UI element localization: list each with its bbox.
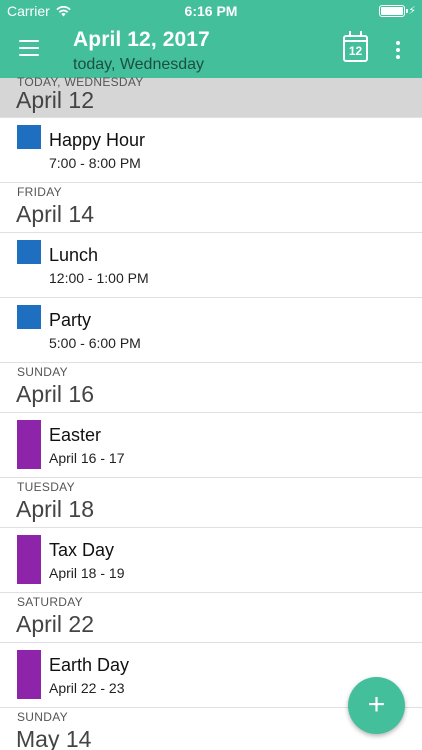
- event-time: April 16 - 17: [49, 450, 125, 466]
- event-title: Earth Day: [49, 655, 130, 675]
- day-date-label: April 14: [16, 201, 94, 227]
- event-color-swatch: [17, 420, 41, 469]
- event-color-swatch: [17, 305, 41, 329]
- day-date-label: April 16: [16, 381, 94, 407]
- page-title: April 12, 2017: [73, 28, 210, 51]
- event-title: Party: [49, 310, 92, 330]
- event-time: 7:00 - 8:00 PM: [49, 155, 141, 171]
- day-header: TODAY, WEDNESDAY April 12: [0, 75, 422, 118]
- calendar-today-icon[interactable]: 12: [343, 31, 368, 62]
- event-time: 12:00 - 1:00 PM: [49, 270, 149, 286]
- day-header: SUNDAY April 16: [0, 363, 422, 413]
- day-header: TUESDAY April 18: [0, 478, 422, 528]
- day-of-week-label: FRIDAY: [17, 185, 62, 199]
- event-title: Happy Hour: [49, 130, 146, 150]
- battery-icon: [379, 5, 409, 17]
- agenda-list: TODAY, WEDNESDAY April 12 Happy Hour 7:00 -…: [0, 75, 422, 750]
- event-time: April 22 - 23: [49, 680, 125, 696]
- day-of-week-label: SATURDAY: [17, 595, 83, 609]
- event-color-swatch: [17, 535, 41, 584]
- event-time: April 18 - 19: [49, 565, 125, 581]
- add-icon: +: [367, 688, 386, 721]
- day-header: SATURDAY April 22: [0, 593, 422, 643]
- event-title: Tax Day: [49, 540, 115, 560]
- event-item[interactable]: Lunch 12:00 - 1:00 PM: [0, 233, 422, 298]
- day-of-week-label: SUNDAY: [17, 365, 68, 379]
- page-subtitle: today, Wednesday: [73, 56, 205, 73]
- event-item[interactable]: Tax Day April 18 - 19: [0, 528, 422, 593]
- day-header: FRIDAY April 14: [0, 183, 422, 233]
- app-bar: April 12, 2017 today, Wednesday 12: [0, 22, 422, 78]
- day-of-week-label: TUESDAY: [17, 480, 75, 494]
- menu-icon[interactable]: [19, 40, 39, 56]
- more-vertical-icon[interactable]: [395, 41, 401, 59]
- event-title: Lunch: [49, 245, 99, 265]
- status-bar: Carrier 6:16 PM ⚡: [0, 0, 422, 22]
- event-color-swatch: [17, 240, 41, 264]
- event-color-swatch: [17, 650, 41, 699]
- app-header: Carrier 6:16 PM ⚡ April 12, 2017 today, …: [0, 0, 422, 78]
- event-item[interactable]: Happy Hour 7:00 - 8:00 PM: [0, 118, 422, 183]
- event-title: Easter: [49, 425, 102, 445]
- day-date-label: April 22: [16, 611, 94, 637]
- event-time: 5:00 - 6:00 PM: [49, 335, 141, 351]
- add-event-button[interactable]: +: [348, 677, 405, 734]
- event-item[interactable]: Party 5:00 - 6:00 PM: [0, 298, 422, 363]
- calendar-day-number: 12: [348, 44, 363, 58]
- day-date-label: April 18: [16, 496, 94, 522]
- event-color-swatch: [17, 125, 41, 149]
- status-time: 6:16 PM: [184, 3, 238, 19]
- event-item[interactable]: Easter April 16 - 17: [0, 413, 422, 478]
- day-of-week-label: SUNDAY: [17, 710, 68, 724]
- day-date-label: April 12: [16, 87, 94, 113]
- day-date-label: May 14: [16, 726, 92, 750]
- charging-icon: ⚡: [408, 4, 416, 17]
